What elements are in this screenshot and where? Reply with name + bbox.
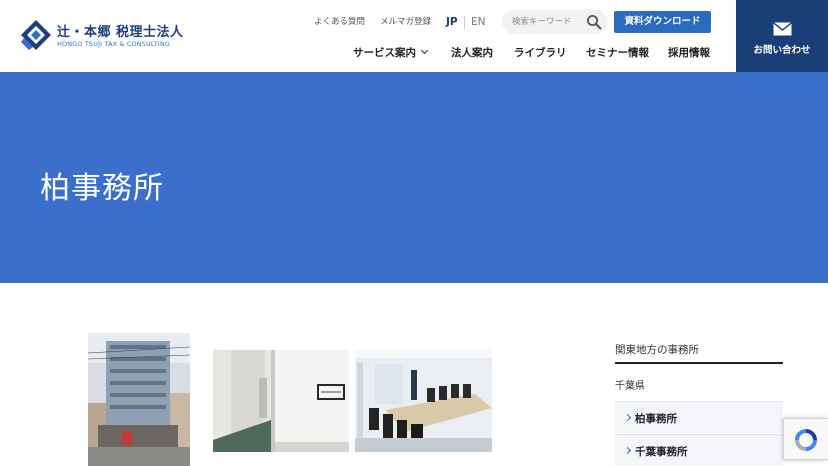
office-corridor-photo: [213, 350, 349, 452]
sidebar-item-kashiwa[interactable]: 柏事務所: [615, 401, 783, 433]
contact-label: お問い合わせ: [753, 45, 811, 56]
download-materials-button[interactable]: 資料ダウンロード: [614, 11, 711, 33]
sidebar-item-label: 柏事務所: [635, 413, 677, 425]
sidebar-divider: [615, 362, 783, 364]
lang-en-link[interactable]: EN: [471, 12, 486, 32]
page-hero: 柏事務所: [0, 72, 828, 283]
site-logo[interactable]: 辻・本郷 税理士法人 HONGO TSUJI TAX & CONSULTING: [20, 19, 190, 53]
meeting-room-photo: [355, 350, 492, 452]
chevron-down-icon: [420, 46, 429, 55]
nav-services-label: サービス案内: [353, 47, 416, 59]
site-header: 辻・本郷 税理士法人 HONGO TSUJI TAX & CONSULTING …: [0, 0, 828, 72]
page-title: 柏事務所: [40, 171, 164, 206]
nav-recruit[interactable]: 採用情報: [668, 44, 710, 62]
sidebar-item-label: 千葉事務所: [635, 446, 688, 458]
logo-text-jp: 辻・本郷 税理士法人: [57, 25, 184, 40]
search-box: [502, 10, 608, 34]
lang-divider: [464, 16, 465, 29]
nav-library[interactable]: ライブラリ: [514, 44, 567, 62]
office-building-photo: [88, 333, 190, 466]
newsletter-link[interactable]: メルマガ登録: [380, 12, 431, 32]
logo-mark-icon: [21, 20, 51, 50]
recaptcha-icon: [795, 429, 817, 451]
sidebar-item-chiba[interactable]: 千葉事務所: [615, 434, 783, 466]
sidebar-prefecture: 千葉県: [615, 381, 645, 392]
faq-link[interactable]: よくある質問: [314, 12, 365, 32]
nav-services[interactable]: サービス案内: [353, 44, 429, 62]
lang-jp-link[interactable]: JP: [446, 12, 458, 32]
nav-about[interactable]: 法人案内: [451, 44, 493, 62]
search-icon[interactable]: [586, 14, 602, 30]
sidebar-heading: 関東地方の事務所: [615, 344, 699, 356]
chevron-right-icon: [623, 413, 632, 422]
recaptcha-badge[interactable]: [783, 418, 828, 460]
contact-button[interactable]: お問い合わせ: [736, 0, 828, 72]
mail-icon: [773, 22, 792, 36]
chevron-right-icon: [623, 446, 632, 455]
nav-seminars[interactable]: セミナー情報: [586, 44, 649, 62]
logo-text-en: HONGO TSUJI TAX & CONSULTING: [57, 40, 171, 48]
search-input[interactable]: [512, 14, 582, 30]
